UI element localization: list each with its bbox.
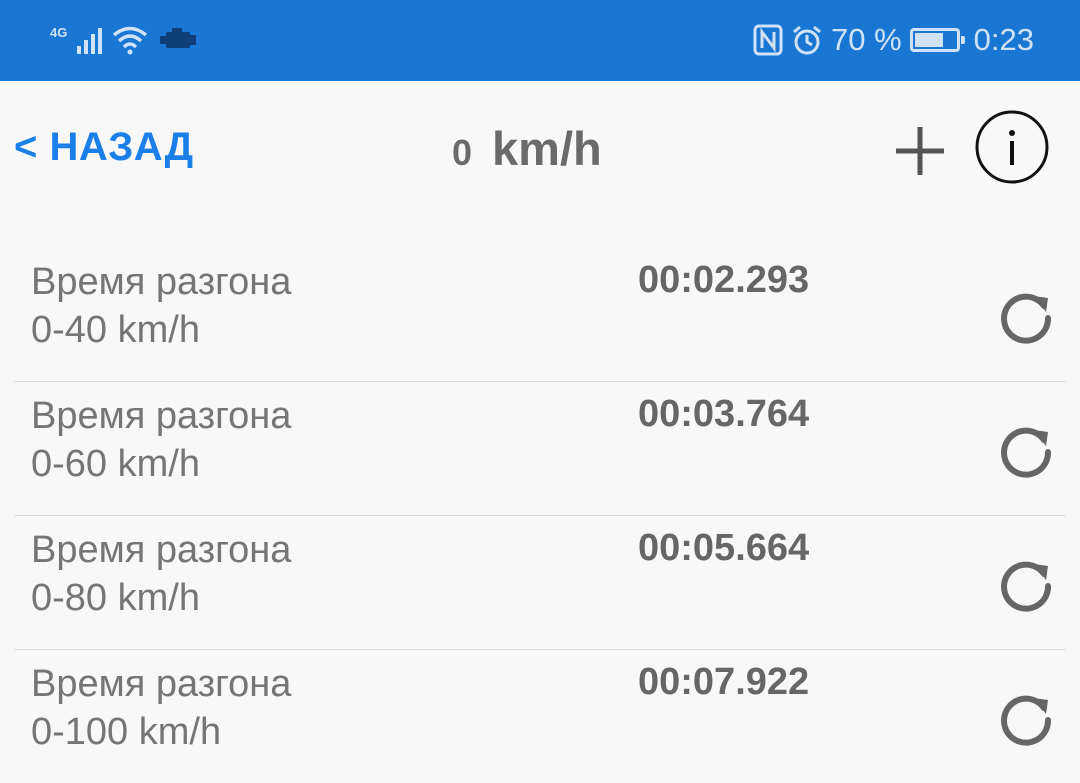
battery-percent: 70 % — [830, 22, 902, 57]
info-icon[interactable] — [974, 109, 1050, 185]
measurement-label: Время разгона 0-60 km/h — [31, 392, 291, 488]
speed-unit: km/h — [492, 122, 602, 175]
measurement-time: 00:02.293 — [638, 259, 810, 301]
back-button[interactable]: < НАЗАД — [14, 125, 194, 170]
wifi-icon — [113, 26, 148, 55]
refresh-icon[interactable] — [994, 284, 1058, 348]
measurement-range: 0-100 km/h — [31, 711, 222, 753]
plus-icon[interactable] — [892, 123, 948, 179]
measurement-time: 00:03.764 — [638, 393, 810, 435]
measurement-label: Время разгона 0-40 km/h — [31, 258, 291, 354]
list-item: Время разгона 0-60 km/h 00:03.764 — [14, 382, 1066, 516]
refresh-icon[interactable] — [994, 418, 1058, 482]
signal-icon — [77, 26, 103, 54]
measurement-title: Время разгона — [31, 529, 292, 571]
measurement-title: Время разгона — [31, 261, 292, 303]
measurement-range: 0-60 km/h — [31, 443, 200, 485]
list-item: Время разгона 0-100 km/h 00:07.922 — [14, 650, 1066, 783]
measurement-time: 00:07.922 — [638, 661, 810, 703]
speed-value: 0 — [452, 132, 473, 173]
status-bar: 4G 70 % 0:23 — [0, 0, 1080, 81]
engine-check-icon — [160, 28, 197, 48]
measurement-title: Время разгона — [31, 395, 292, 437]
measurement-time: 00:05.664 — [638, 527, 810, 569]
network-type: 4G — [50, 24, 68, 40]
alarm-icon — [793, 25, 821, 55]
status-right: 70 % 0:23 — [753, 22, 1034, 58]
clock: 0:23 — [973, 22, 1034, 57]
refresh-icon[interactable] — [994, 686, 1058, 750]
nfc-icon — [753, 24, 783, 56]
list-item: Время разгона 0-40 km/h 00:02.293 — [14, 248, 1066, 382]
measurement-label: Время разгона 0-100 km/h — [31, 660, 291, 756]
battery-icon — [909, 28, 965, 52]
speed-display: 0 km/h — [452, 121, 602, 176]
refresh-icon[interactable] — [994, 552, 1058, 616]
measurement-range: 0-80 km/h — [31, 577, 200, 619]
measurement-title: Время разгона — [31, 663, 292, 705]
measurement-range: 0-40 km/h — [31, 309, 200, 351]
list-item: Время разгона 0-80 km/h 00:05.664 — [14, 516, 1066, 650]
toolbar: < НАЗАД 0 km/h — [0, 81, 1080, 221]
measurement-label: Время разгона 0-80 km/h — [31, 526, 291, 622]
acceleration-list: Время разгона 0-40 km/h 00:02.293 Время … — [14, 248, 1066, 783]
status-left: 4G — [50, 22, 198, 58]
